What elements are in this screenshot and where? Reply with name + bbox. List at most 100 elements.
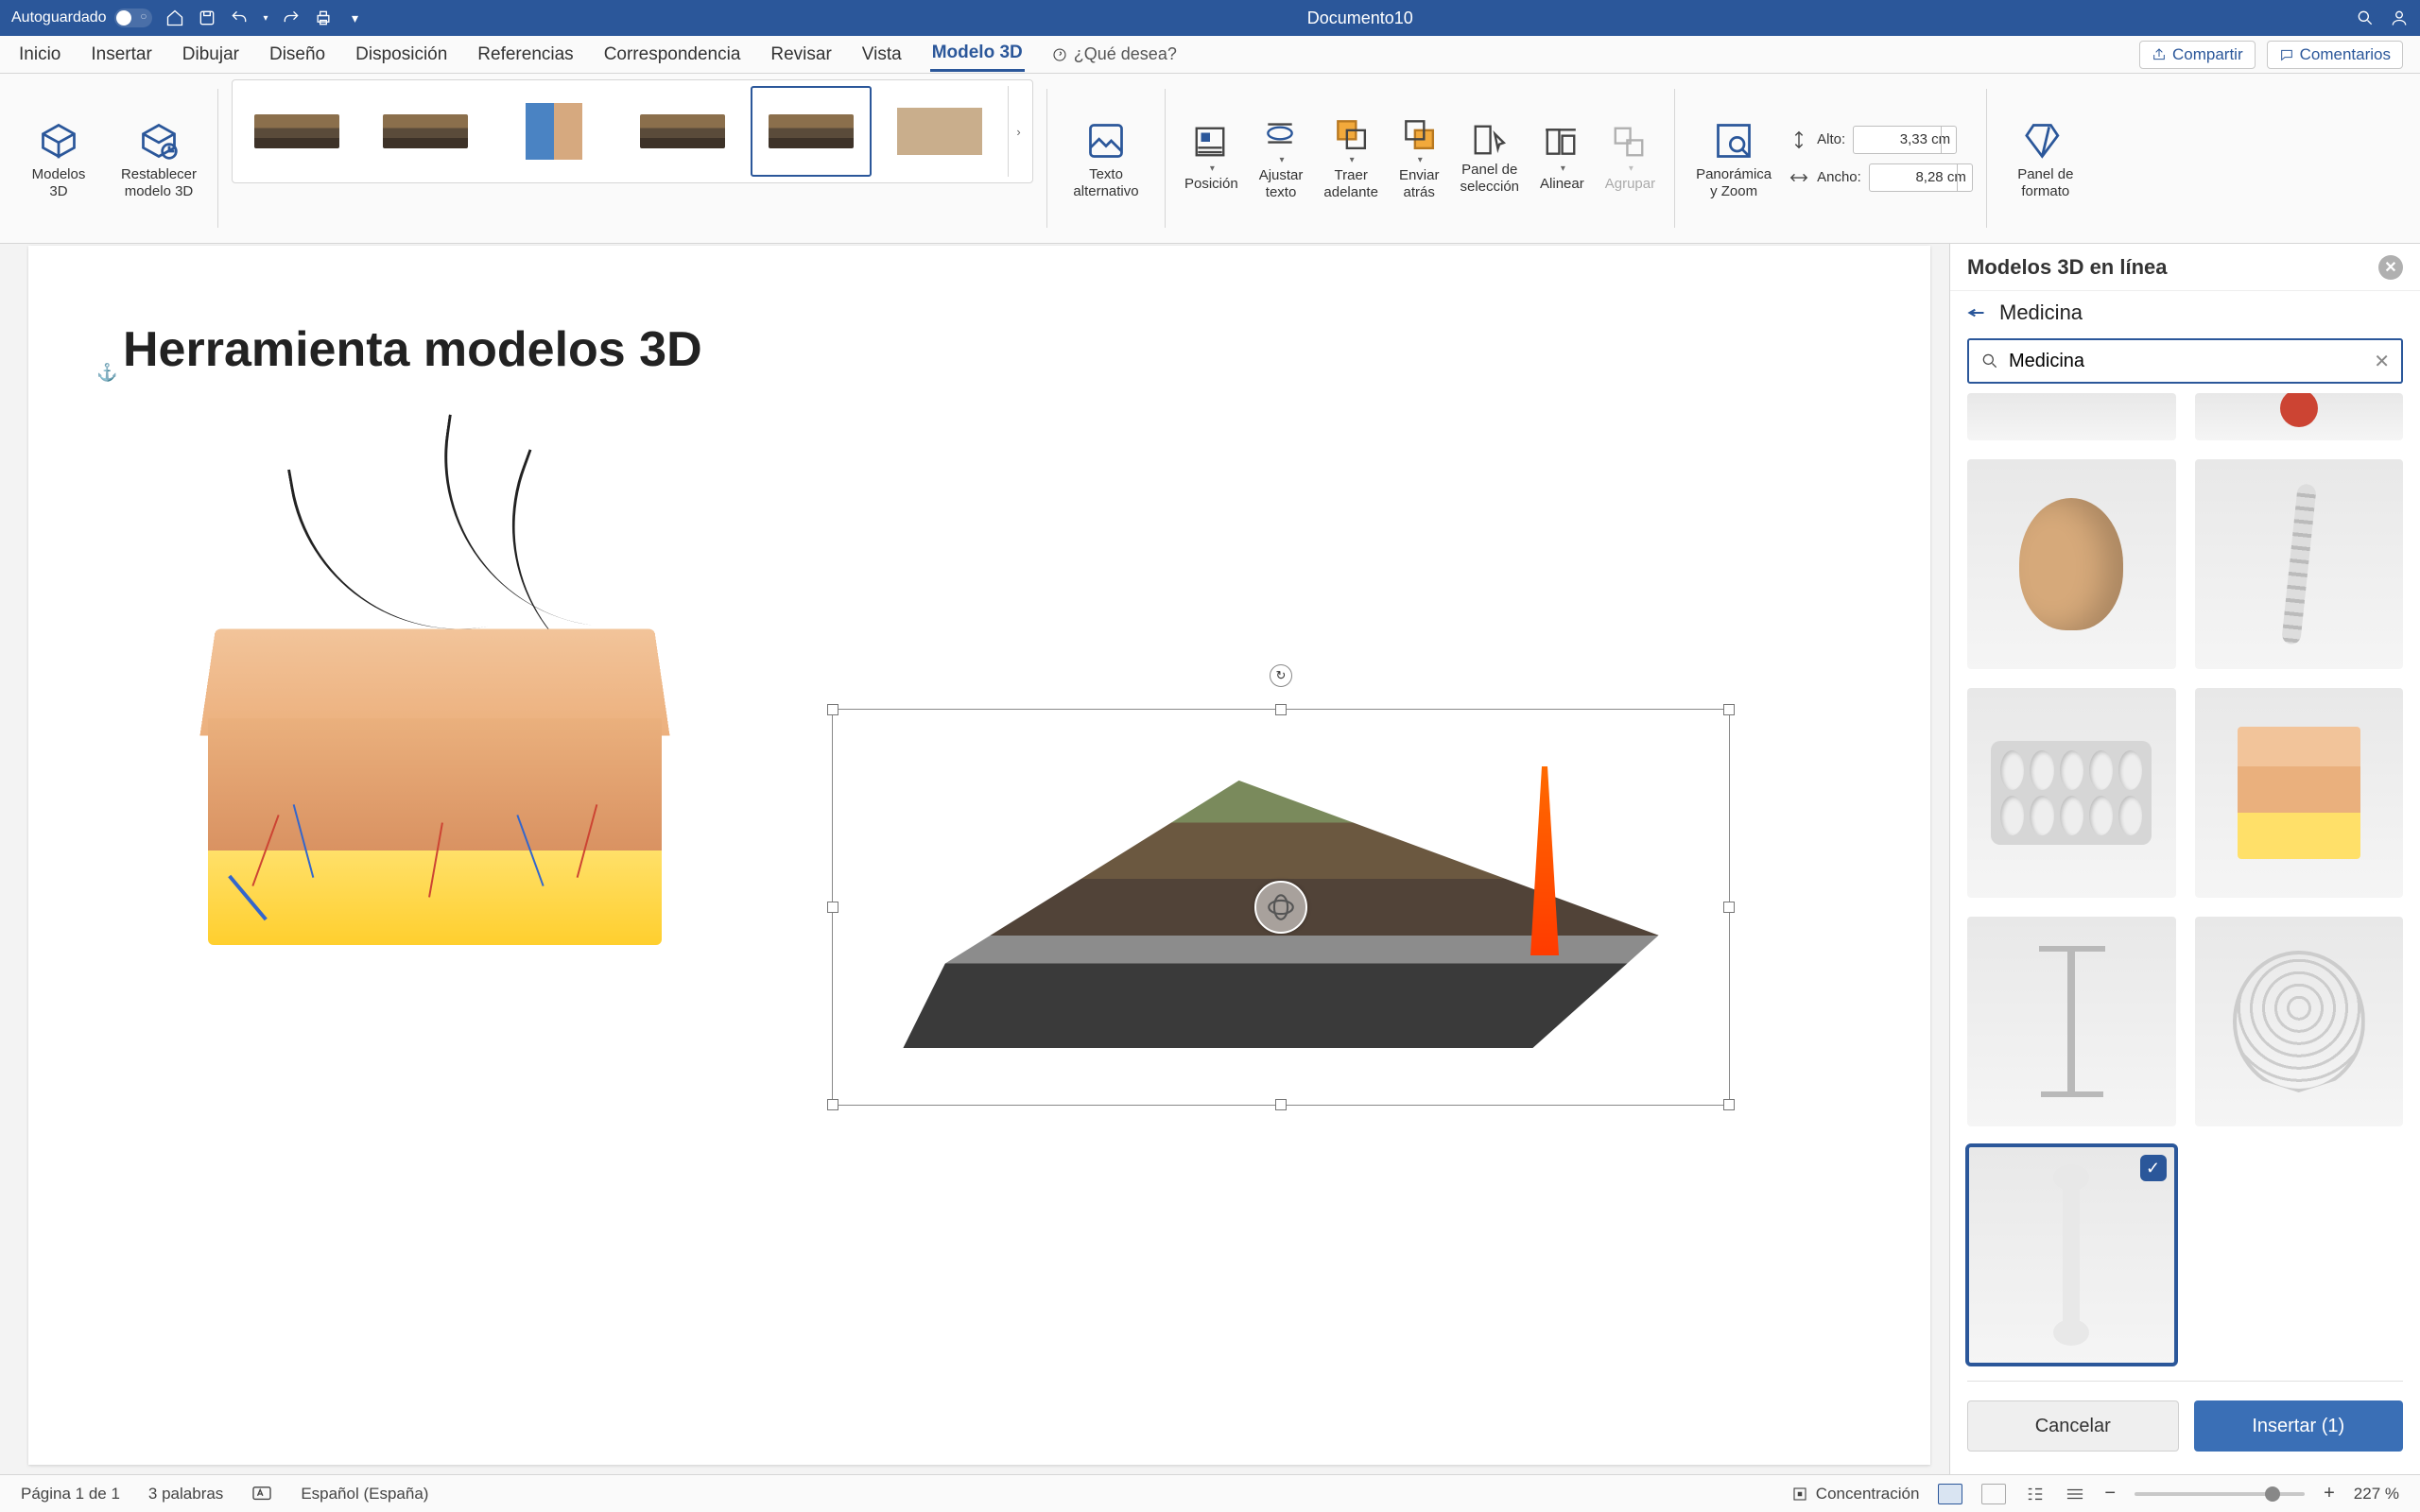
ribbon-agrupar: ▾ Agrupar: [1599, 79, 1661, 237]
online-3d-models-panel: Modelos 3D en línea ✕ Medicina ✕ ✓ Cance…: [1949, 244, 2420, 1474]
spinner-icon[interactable]: [1941, 127, 1956, 153]
model-thumb-iv-stand[interactable]: [1967, 917, 2176, 1126]
tab-modelo-3d[interactable]: Modelo 3D: [930, 37, 1025, 72]
switch-icon[interactable]: [114, 9, 152, 27]
resize-handle[interactable]: [1275, 704, 1287, 715]
resize-handle[interactable]: [827, 902, 838, 913]
zoom-in-icon[interactable]: +: [2324, 1483, 2335, 1504]
tab-insertar[interactable]: Insertar: [89, 39, 153, 71]
tab-dibujar[interactable]: Dibujar: [181, 39, 241, 71]
qat-more-icon[interactable]: ▾: [346, 9, 365, 27]
outline-view-icon[interactable]: [2025, 1486, 2046, 1503]
tab-referencias[interactable]: Referencias: [475, 39, 575, 71]
print-layout-view[interactable]: [1938, 1484, 1962, 1504]
tab-inicio[interactable]: Inicio: [17, 39, 62, 71]
cancel-button[interactable]: Cancelar: [1967, 1400, 2179, 1452]
search-field[interactable]: [2009, 351, 2364, 372]
gallery-view-6[interactable]: [879, 86, 1000, 177]
tab-disposicion[interactable]: Disposición: [354, 39, 449, 71]
rotate-handle-icon[interactable]: ↻: [1270, 664, 1292, 687]
spellcheck-icon[interactable]: [251, 1486, 272, 1503]
ribbon-panel-seleccion[interactable]: Panel de selección: [1454, 79, 1525, 237]
tab-correspondencia[interactable]: Correspondencia: [602, 39, 743, 71]
insert-button[interactable]: Insertar (1): [2194, 1400, 2404, 1452]
gallery-view-1[interactable]: [236, 86, 357, 177]
language-label[interactable]: Español (España): [301, 1485, 428, 1503]
ribbon-panel-formato[interactable]: Panel de formato: [2000, 79, 2091, 237]
search-input[interactable]: ✕: [1967, 338, 2403, 384]
home-icon[interactable]: [165, 9, 184, 27]
search-icon: [1980, 352, 1999, 370]
ribbon-modelos-3d[interactable]: Modelos 3D: [13, 79, 104, 237]
clear-icon[interactable]: ✕: [2374, 350, 2390, 373]
resize-handle[interactable]: [827, 1099, 838, 1110]
spinner-icon[interactable]: [1957, 164, 1972, 191]
word-count[interactable]: 3 palabras: [148, 1485, 223, 1503]
close-icon[interactable]: ✕: [2378, 255, 2403, 280]
model-thumb-partial-1[interactable]: [1967, 393, 2176, 440]
model-thumb-ear[interactable]: [1967, 459, 2176, 669]
ribbon-alinear[interactable]: ▾ Alinear: [1534, 79, 1590, 237]
page-count[interactable]: Página 1 de 1: [21, 1485, 120, 1503]
share-label: Compartir: [2172, 45, 2243, 64]
sidepanel-title: Modelos 3D en línea: [1967, 255, 2168, 280]
gallery-more-icon[interactable]: ›: [1008, 86, 1028, 177]
resize-handle[interactable]: [1275, 1099, 1287, 1110]
resize-handle[interactable]: [1723, 902, 1735, 913]
ribbon-restablecer[interactable]: Restablecer modelo 3D: [113, 79, 204, 237]
document-canvas[interactable]: ⚓ Herramienta modelos 3D ↻: [0, 244, 1949, 1474]
ribbon-panoramica-zoom[interactable]: Panorámica y Zoom: [1688, 79, 1779, 237]
comments-button[interactable]: Comentarios: [2267, 41, 2403, 69]
page: ⚓ Herramienta modelos 3D ↻: [28, 246, 1930, 1465]
undo-dropdown-icon[interactable]: ▾: [264, 13, 268, 24]
print-icon[interactable]: [314, 9, 333, 27]
ribbon: Modelos 3D Restablecer modelo 3D › Texto…: [0, 74, 2420, 244]
model-thumb-bone-selected[interactable]: ✓: [1967, 1145, 2176, 1365]
ribbon-posicion[interactable]: ▾ Posición: [1179, 79, 1244, 237]
zoom-out-icon[interactable]: −: [2104, 1483, 2116, 1504]
redo-icon[interactable]: [282, 9, 301, 27]
height-input[interactable]: 3,33 cm: [1853, 126, 1957, 154]
skin-3d-model[interactable]: [170, 472, 700, 964]
account-icon[interactable]: [2390, 9, 2409, 27]
ribbon-enviar-atras[interactable]: ▾ Enviar atrás: [1393, 79, 1445, 237]
draft-view-icon[interactable]: [2065, 1486, 2085, 1503]
zoom-slider[interactable]: [2135, 1492, 2305, 1496]
ribbon-texto-alternativo[interactable]: Texto alternativo: [1061, 79, 1151, 237]
ribbon-tabs: Inicio Insertar Dibujar Diseño Disposici…: [0, 36, 2420, 74]
gallery-view-5-selected[interactable]: [751, 86, 872, 177]
model-thumb-skin[interactable]: [2195, 688, 2404, 898]
tab-diseno[interactable]: Diseño: [268, 39, 327, 71]
chevron-down-icon: ▾: [1280, 155, 1285, 165]
comments-label: Comentarios: [2300, 45, 2391, 64]
autosave-toggle[interactable]: Autoguardado: [11, 9, 152, 27]
position-icon: [1192, 124, 1230, 162]
share-button[interactable]: Compartir: [2139, 41, 2256, 69]
gallery-view-2[interactable]: [365, 86, 486, 177]
web-layout-view[interactable]: [1981, 1484, 2006, 1504]
model-thumb-ribcage[interactable]: [2195, 917, 2404, 1126]
model-thumb-partial-2[interactable]: [2195, 393, 2404, 440]
zoom-level[interactable]: 227 %: [2354, 1485, 2399, 1503]
save-icon[interactable]: [198, 9, 216, 27]
tell-me-search[interactable]: ¿Qué desea?: [1051, 44, 1177, 64]
tab-revisar[interactable]: Revisar: [769, 39, 833, 71]
gallery-view-3[interactable]: [493, 86, 614, 177]
tab-vista[interactable]: Vista: [860, 39, 904, 71]
search-icon[interactable]: [2356, 9, 2375, 27]
resize-handle[interactable]: [827, 704, 838, 715]
back-button[interactable]: Medicina: [1950, 291, 2420, 335]
resize-handle[interactable]: [1723, 1099, 1735, 1110]
width-input[interactable]: 8,28 cm: [1869, 163, 1973, 192]
focus-mode-button[interactable]: Concentración: [1791, 1485, 1920, 1503]
model-thumb-spine[interactable]: [2195, 459, 2404, 669]
model-thumb-pills[interactable]: [1967, 688, 2176, 898]
terrain-3d-model-selected[interactable]: ↻: [832, 709, 1730, 1106]
ribbon-ajustar-texto[interactable]: ▾ Ajustar texto: [1253, 79, 1309, 237]
ribbon-traer-label: Traer adelante: [1323, 167, 1378, 201]
undo-icon[interactable]: [230, 9, 249, 27]
rotate-3d-icon[interactable]: [1254, 881, 1307, 934]
gallery-view-4[interactable]: [622, 86, 743, 177]
resize-handle[interactable]: [1723, 704, 1735, 715]
ribbon-traer-adelante[interactable]: ▾ Traer adelante: [1318, 79, 1384, 237]
